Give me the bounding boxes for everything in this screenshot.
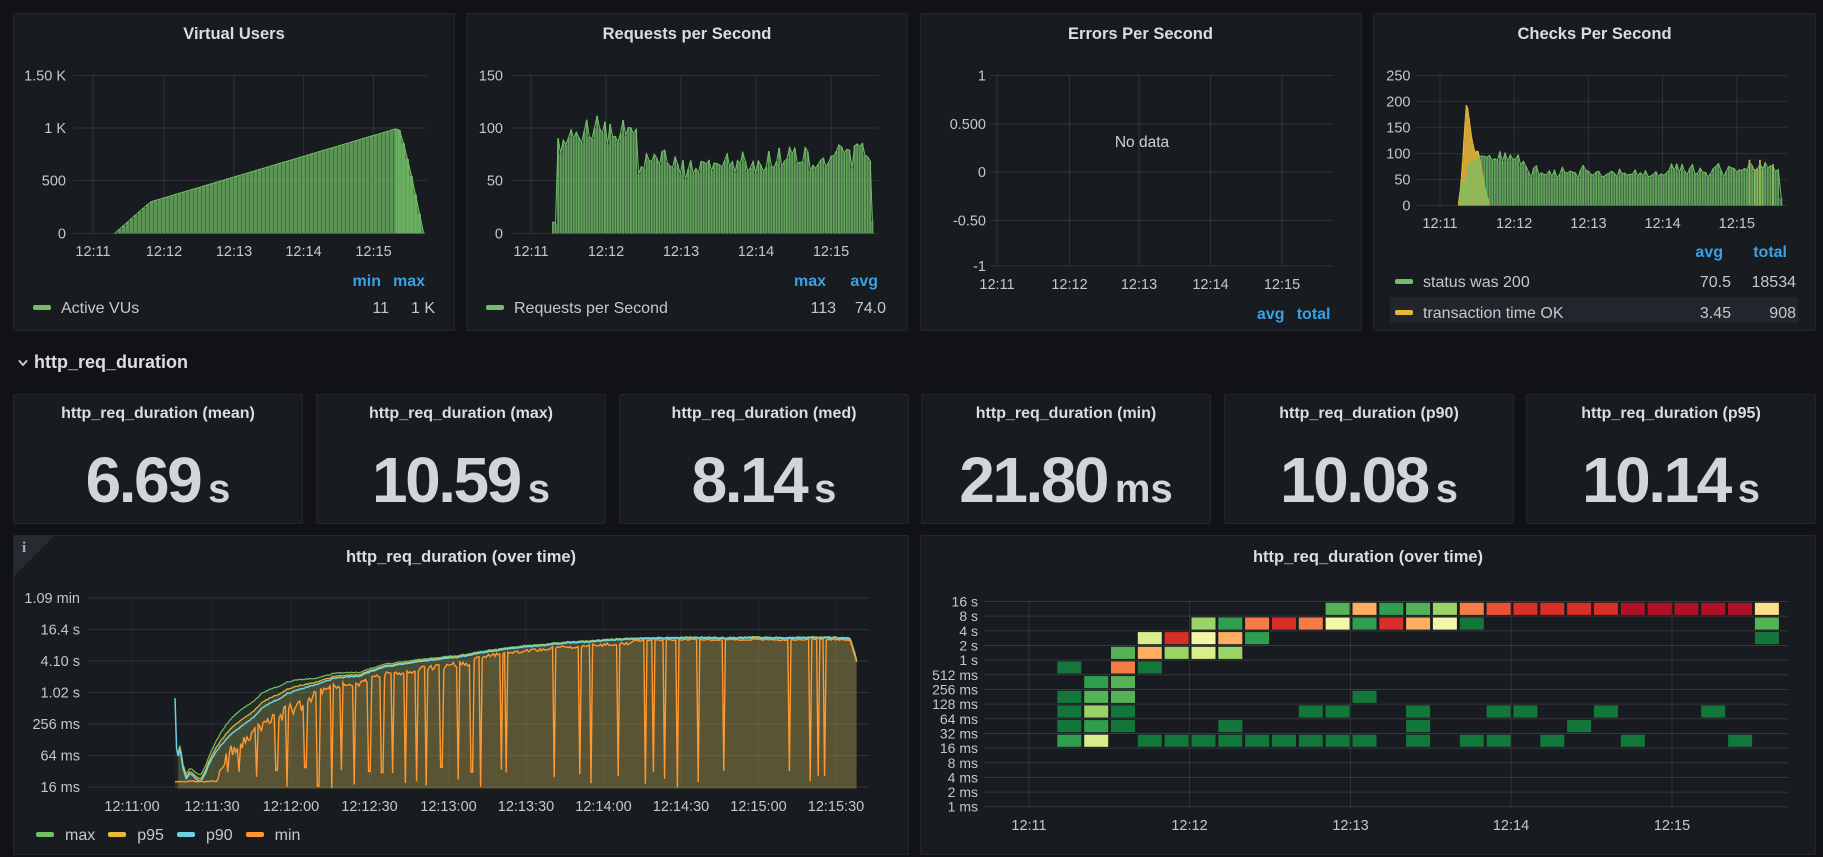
- svg-text:12:12: 12:12: [1171, 818, 1207, 834]
- svg-text:16 ms: 16 ms: [940, 740, 978, 756]
- svg-text:1.02 s: 1.02 s: [41, 686, 81, 702]
- svg-text:150: 150: [1386, 121, 1410, 137]
- svg-text:12:13: 12:13: [1332, 818, 1368, 834]
- svg-text:128 ms: 128 ms: [932, 696, 978, 712]
- svg-text:200: 200: [1386, 95, 1410, 111]
- svg-text:256 ms: 256 ms: [932, 681, 978, 697]
- svg-text:250: 250: [1386, 69, 1410, 85]
- svg-text:12:14: 12:14: [1493, 818, 1529, 834]
- svg-text:12:14:30: 12:14:30: [653, 799, 709, 815]
- svg-text:12:15:00: 12:15:00: [730, 799, 786, 815]
- svg-text:1 s: 1 s: [959, 652, 978, 668]
- svg-text:256 ms: 256 ms: [32, 717, 80, 733]
- svg-text:No data: No data: [1114, 134, 1169, 151]
- svg-text:50: 50: [1394, 173, 1410, 189]
- svg-text:12:13: 12:13: [216, 244, 252, 260]
- svg-text:0.500: 0.500: [949, 117, 985, 133]
- svg-text:8 s: 8 s: [959, 608, 978, 624]
- svg-text:12:11: 12:11: [1422, 216, 1457, 232]
- svg-text:2 s: 2 s: [959, 637, 978, 653]
- svg-text:12:12:00: 12:12:00: [263, 799, 319, 815]
- svg-text:4.10 s: 4.10 s: [41, 654, 81, 670]
- svg-text:16.4 s: 16.4 s: [41, 623, 81, 639]
- svg-text:12:14: 12:14: [285, 244, 321, 260]
- svg-text:12:14: 12:14: [1192, 277, 1228, 293]
- svg-text:16 s: 16 s: [952, 594, 978, 610]
- svg-text:12:12: 12:12: [588, 244, 624, 260]
- svg-text:12:11:30: 12:11:30: [184, 799, 239, 815]
- svg-text:12:13: 12:13: [1570, 216, 1606, 232]
- svg-text:0: 0: [1402, 199, 1410, 215]
- svg-text:12:11: 12:11: [75, 244, 110, 260]
- svg-text:12:13:00: 12:13:00: [420, 799, 476, 815]
- svg-text:12:13: 12:13: [1120, 277, 1156, 293]
- svg-text:12:15: 12:15: [1263, 277, 1299, 293]
- svg-text:8 ms: 8 ms: [948, 755, 978, 771]
- svg-text:12:12:30: 12:12:30: [341, 799, 397, 815]
- svg-text:1.09 min: 1.09 min: [24, 591, 80, 607]
- svg-text:12:15: 12:15: [355, 244, 391, 260]
- svg-text:4 s: 4 s: [959, 623, 978, 639]
- svg-text:1 K: 1 K: [44, 121, 66, 137]
- svg-text:16 ms: 16 ms: [41, 780, 81, 796]
- svg-text:0: 0: [58, 227, 66, 243]
- svg-text:-1: -1: [973, 259, 986, 275]
- svg-text:12:15:30: 12:15:30: [808, 799, 864, 815]
- svg-text:64 ms: 64 ms: [41, 749, 81, 765]
- svg-text:12:14: 12:14: [738, 244, 774, 260]
- svg-text:64 ms: 64 ms: [940, 711, 978, 727]
- svg-text:4 ms: 4 ms: [948, 769, 978, 785]
- svg-text:12:15: 12:15: [813, 244, 849, 260]
- svg-text:2 ms: 2 ms: [948, 784, 978, 800]
- svg-text:12:14:00: 12:14:00: [575, 799, 631, 815]
- svg-text:100: 100: [479, 121, 503, 137]
- svg-text:1: 1: [977, 69, 985, 85]
- svg-text:-0.50: -0.50: [952, 213, 985, 229]
- svg-text:150: 150: [479, 69, 503, 85]
- svg-text:1 ms: 1 ms: [948, 799, 978, 815]
- svg-text:12:12: 12:12: [146, 244, 182, 260]
- svg-text:12:14: 12:14: [1644, 216, 1680, 232]
- svg-text:500: 500: [42, 174, 66, 190]
- svg-text:0: 0: [495, 227, 503, 243]
- svg-text:12:12: 12:12: [1496, 216, 1532, 232]
- svg-text:12:13: 12:13: [663, 244, 699, 260]
- svg-text:32 ms: 32 ms: [940, 725, 978, 741]
- svg-text:512 ms: 512 ms: [932, 667, 978, 683]
- svg-text:12:11: 12:11: [1011, 818, 1046, 834]
- svg-text:0: 0: [977, 165, 985, 181]
- svg-text:12:15: 12:15: [1654, 818, 1690, 834]
- svg-text:12:11:00: 12:11:00: [104, 799, 159, 815]
- svg-text:100: 100: [1386, 147, 1410, 163]
- svg-text:12:13:30: 12:13:30: [498, 799, 554, 815]
- svg-text:1.50 K: 1.50 K: [24, 69, 66, 85]
- svg-text:12:11: 12:11: [979, 277, 1014, 293]
- svg-text:12:12: 12:12: [1051, 277, 1087, 293]
- svg-text:12:15: 12:15: [1719, 216, 1755, 232]
- svg-text:50: 50: [487, 174, 503, 190]
- svg-text:12:11: 12:11: [513, 244, 548, 260]
